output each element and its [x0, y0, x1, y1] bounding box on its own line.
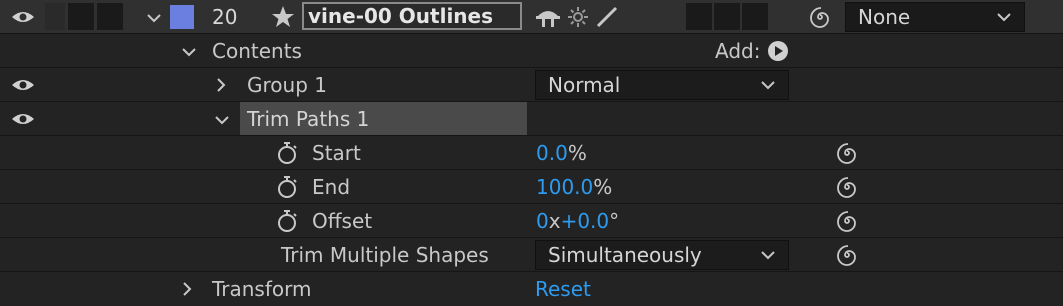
solo-switch[interactable]: [68, 3, 94, 30]
expression-pickwhip-icon[interactable]: [836, 176, 858, 198]
sun-icon[interactable]: [567, 6, 589, 28]
add-play-icon[interactable]: [767, 40, 789, 62]
trim-paths-label: Trim Paths 1: [247, 107, 370, 131]
motion-blur-switch[interactable]: [714, 3, 740, 30]
blend-mode-value: Normal: [548, 73, 621, 97]
blend-mode-dropdown[interactable]: Normal: [535, 70, 789, 100]
end-label: End: [312, 175, 351, 199]
visibility-eye-icon[interactable]: [11, 9, 35, 25]
stopwatch-icon[interactable]: [276, 209, 298, 233]
star-icon[interactable]: [271, 5, 295, 29]
transform-label: Transform: [212, 277, 312, 301]
chevron-down-icon[interactable]: [146, 10, 162, 26]
pickwhip-spiral-icon[interactable]: [809, 6, 831, 28]
chevron-down-icon: [997, 13, 1011, 22]
trim-multiple-value: Simultaneously: [548, 243, 702, 267]
offset-value-group: 0x+0.0°: [536, 209, 619, 233]
chevron-down-icon: [761, 251, 775, 260]
end-unit: %: [593, 175, 613, 199]
chevron-right-icon[interactable]: [213, 77, 229, 93]
trim-multiple-row[interactable]: Trim Multiple Shapes Simultaneously: [0, 238, 1063, 272]
visibility-eye-icon[interactable]: [11, 77, 35, 93]
offset-property-row[interactable]: Offset 0x+0.0°: [0, 204, 1063, 238]
start-value-group: 0.0%: [536, 141, 587, 165]
reset-link[interactable]: Reset: [535, 277, 591, 301]
contents-label: Contents: [212, 39, 302, 63]
end-property-row[interactable]: End 100.0%: [0, 170, 1063, 204]
offset-degrees[interactable]: +0.0: [561, 209, 610, 233]
layer-name: vine-00 Outlines: [308, 4, 494, 28]
add-label: Add:: [715, 39, 761, 63]
trim-paths-row[interactable]: Trim Paths 1: [0, 102, 1063, 136]
expression-pickwhip-icon[interactable]: [836, 210, 858, 232]
stopwatch-icon[interactable]: [276, 175, 298, 199]
lock-switch[interactable]: [97, 3, 123, 30]
label-color-swatch[interactable]: [170, 5, 194, 29]
offset-x-sep: x: [548, 209, 561, 233]
shy-icon[interactable]: [535, 6, 561, 28]
parent-value: None: [858, 5, 911, 29]
visibility-eye-icon[interactable]: [11, 111, 35, 127]
start-label: Start: [312, 141, 361, 165]
offset-revolutions[interactable]: 0: [536, 209, 549, 233]
expression-pickwhip-icon[interactable]: [836, 244, 858, 266]
audio-switch[interactable]: [45, 3, 65, 30]
trim-multiple-label: Trim Multiple Shapes: [281, 243, 489, 267]
transform-row[interactable]: Transform Reset: [0, 272, 1063, 306]
layer-row[interactable]: 20 vine-00 Outlines None: [0, 0, 1063, 34]
trim-multiple-dropdown[interactable]: Simultaneously: [535, 240, 789, 270]
group-label: Group 1: [247, 73, 327, 97]
adjustment-switch[interactable]: [742, 3, 768, 30]
parent-dropdown[interactable]: None: [845, 2, 1025, 32]
stopwatch-icon[interactable]: [276, 141, 298, 165]
offset-unit: °: [609, 209, 620, 233]
chevron-down-icon[interactable]: [214, 112, 230, 128]
offset-label: Offset: [312, 209, 373, 233]
start-value[interactable]: 0.0: [536, 141, 568, 165]
group-row[interactable]: Group 1 Normal: [0, 68, 1063, 102]
layer-number: 20: [212, 5, 238, 29]
chevron-down-icon[interactable]: [181, 44, 197, 60]
chevron-right-icon[interactable]: [179, 281, 195, 297]
layer-name-field[interactable]: vine-00 Outlines: [302, 2, 522, 30]
contents-row[interactable]: Contents Add:: [0, 34, 1063, 68]
end-value-group: 100.0%: [536, 175, 612, 199]
start-property-row[interactable]: Start 0.0%: [0, 136, 1063, 170]
chevron-down-icon: [761, 81, 775, 90]
start-unit: %: [567, 141, 587, 165]
end-value[interactable]: 100.0: [536, 175, 593, 199]
expression-pickwhip-icon[interactable]: [836, 142, 858, 164]
quality-slash-icon[interactable]: [595, 5, 619, 29]
effect-switch[interactable]: [686, 3, 712, 30]
